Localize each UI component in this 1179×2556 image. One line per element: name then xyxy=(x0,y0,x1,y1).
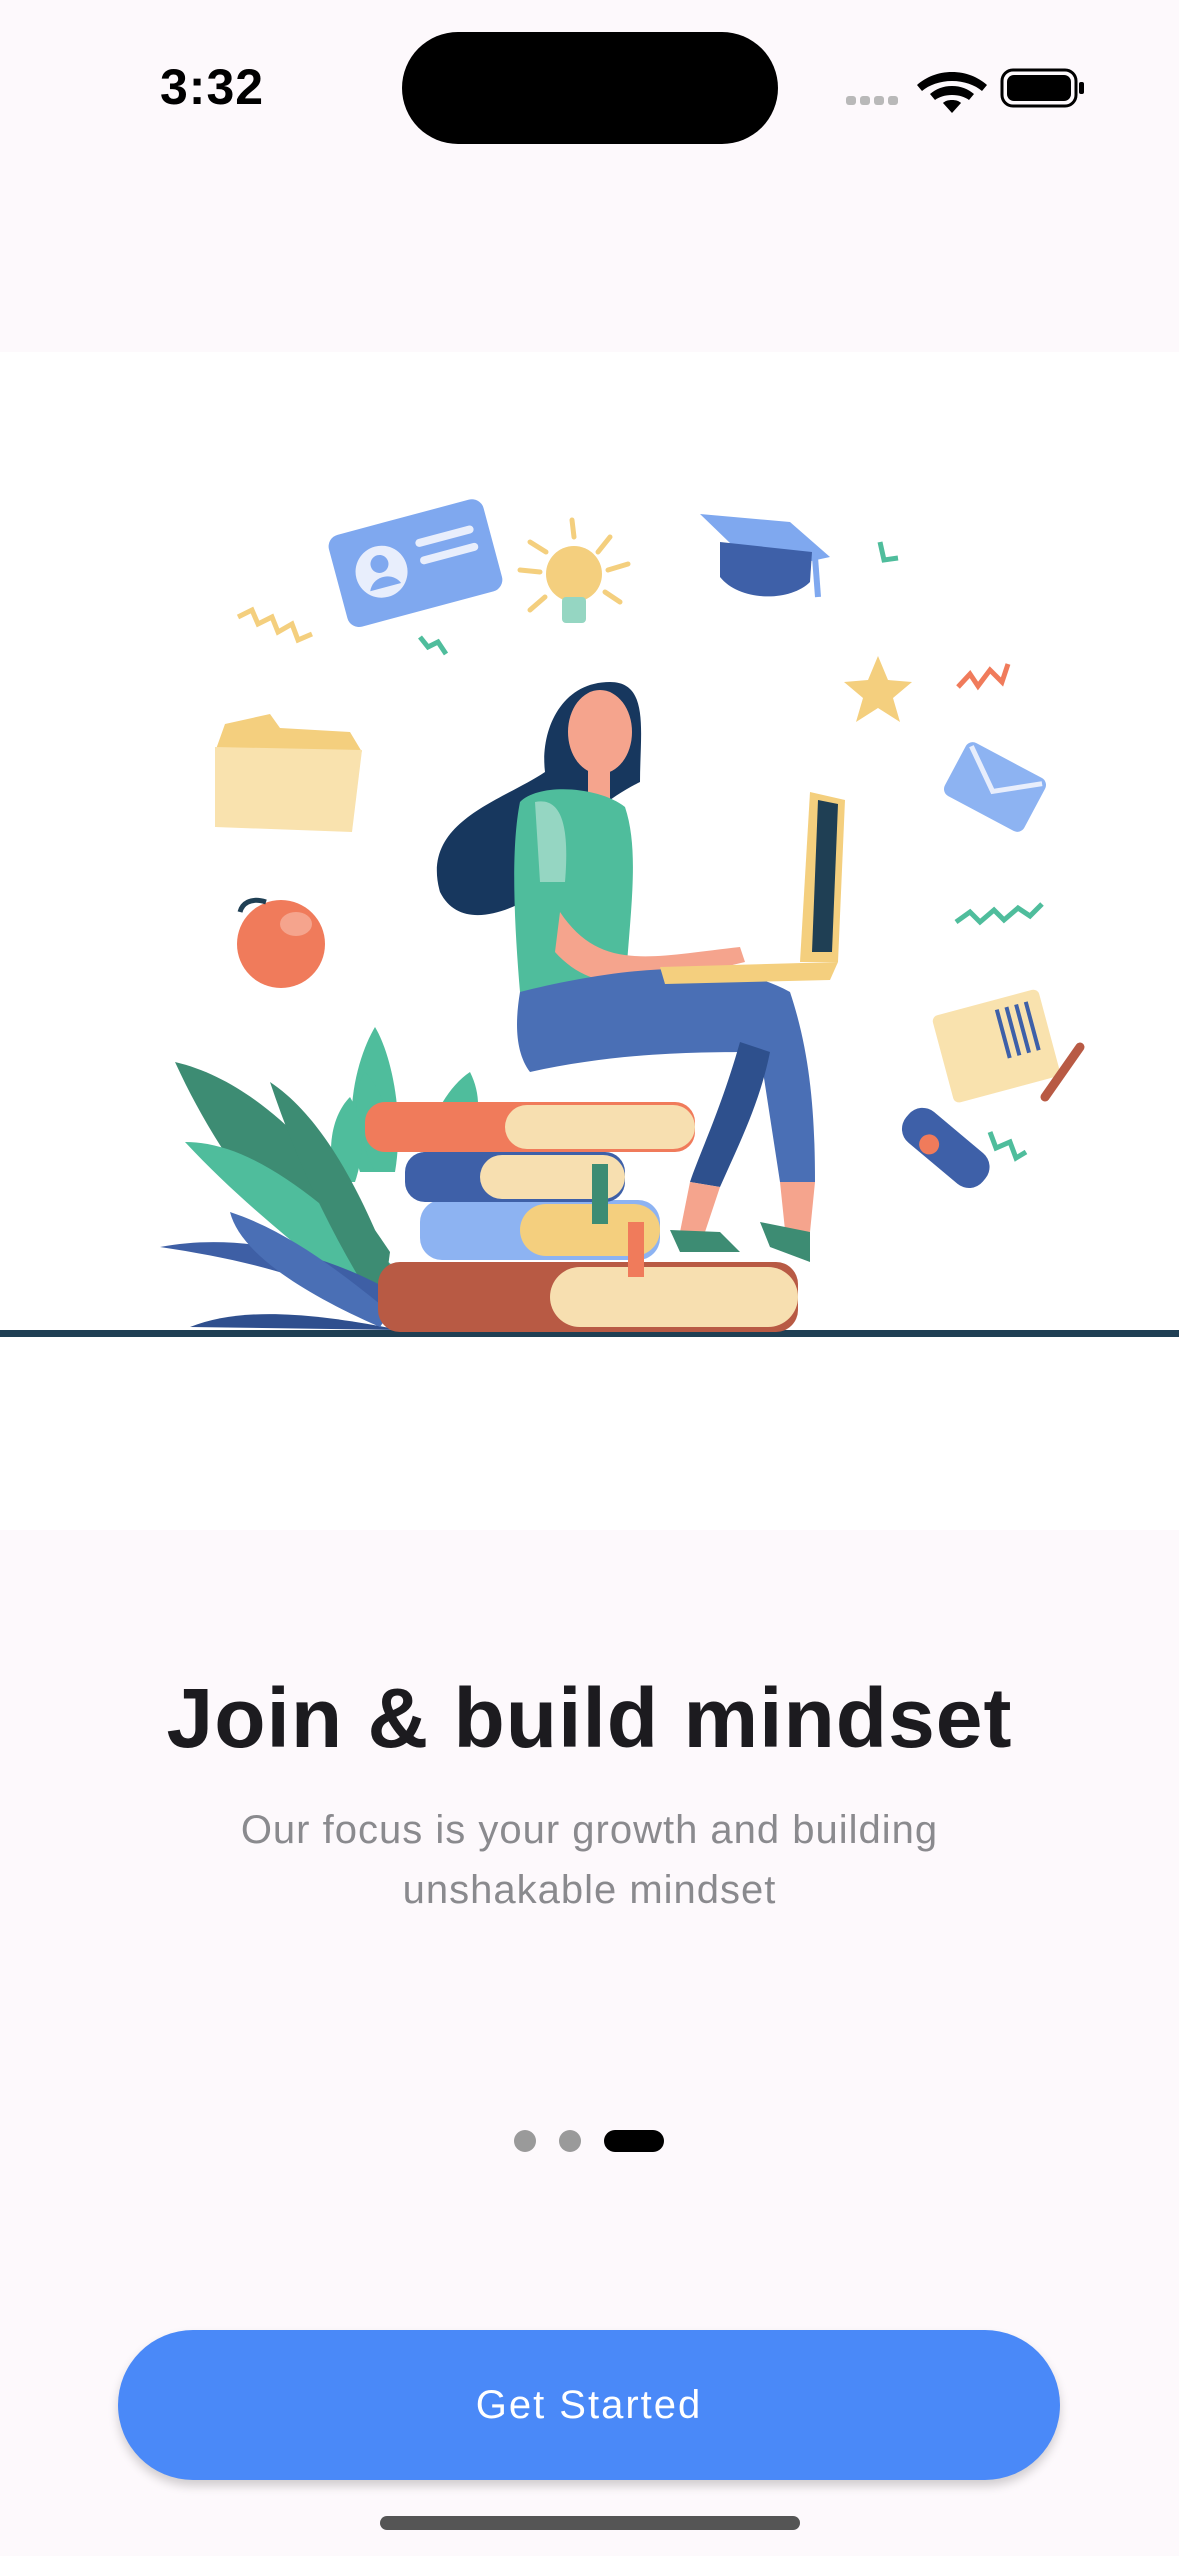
squiggle-decor xyxy=(418,635,449,656)
home-indicator[interactable] xyxy=(380,2516,800,2530)
page-dot-1[interactable] xyxy=(514,2130,536,2152)
squiggle-decor xyxy=(236,606,313,644)
page-subtitle: Our focus is your growth and building un… xyxy=(240,1808,939,1912)
page-dot-2[interactable] xyxy=(559,2130,581,2152)
squiggle-decor xyxy=(954,902,1044,926)
dynamic-island xyxy=(402,32,778,144)
light-bulb-icon xyxy=(517,517,631,623)
squiggle-decor xyxy=(877,541,899,563)
envelope-icon xyxy=(944,742,1046,832)
cellular-signal-icon xyxy=(846,96,898,105)
page-dot-3-active[interactable] xyxy=(604,2130,664,2152)
graduation-cap-icon xyxy=(700,514,830,598)
wifi-icon xyxy=(917,72,987,113)
status-time: 3:32 xyxy=(160,59,265,115)
battery-icon xyxy=(1000,68,1084,108)
status-icons xyxy=(840,60,1090,116)
apple-icon xyxy=(237,897,325,988)
page-title: Join & build mindset xyxy=(166,1671,1013,1765)
squiggle-decor xyxy=(987,1131,1028,1162)
onboarding-illustration xyxy=(0,352,1179,1530)
get-started-button[interactable]: Get Started xyxy=(118,2330,1060,2480)
status-bar: 3:32 xyxy=(0,0,1179,180)
star-icon xyxy=(844,656,912,722)
folder-icon xyxy=(215,714,362,832)
id-card-icon xyxy=(328,499,503,628)
squiggle-decor xyxy=(956,663,1011,691)
diploma-scroll-icon xyxy=(901,1107,990,1189)
document-icon xyxy=(932,989,1060,1103)
page-indicator xyxy=(0,2128,1179,2154)
